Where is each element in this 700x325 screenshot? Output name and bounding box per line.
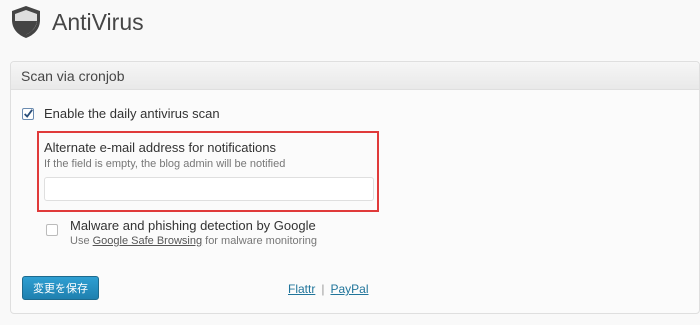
malware-option[interactable]: Malware and phishing detection by Google… xyxy=(46,218,317,247)
malware-description: Use Google Safe Browsing for malware mon… xyxy=(70,235,318,247)
checkmark-icon xyxy=(24,108,33,118)
panel-title: Scan via cronjob xyxy=(11,62,699,90)
flattr-link[interactable]: Flattr xyxy=(288,282,315,296)
paypal-link[interactable]: PayPal xyxy=(330,282,368,296)
enable-scan-checkbox[interactable] xyxy=(22,107,34,120)
app-title: AntiVirus xyxy=(52,8,144,35)
email-field[interactable] xyxy=(44,177,374,201)
malware-checkbox[interactable] xyxy=(46,224,58,236)
email-section-highlight: Alternate e-mail address for notificatio… xyxy=(37,131,379,212)
email-hint: If the field is empty, the blog admin wi… xyxy=(44,158,286,170)
google-safe-browsing-link[interactable]: Google Safe Browsing xyxy=(93,235,202,247)
shield-icon xyxy=(12,6,40,38)
link-separator: | xyxy=(321,282,325,296)
save-button[interactable]: 変更を保存 xyxy=(22,276,99,300)
enable-scan-option[interactable]: Enable the daily antivirus scan xyxy=(22,106,220,121)
app-header: AntiVirus xyxy=(10,4,144,40)
enable-scan-label: Enable the daily antivirus scan xyxy=(44,106,220,121)
cronjob-panel: Scan via cronjob Enable the daily antivi… xyxy=(10,61,700,314)
malware-label: Malware and phishing detection by Google xyxy=(70,218,316,233)
donation-links: Flattr | PayPal xyxy=(288,282,369,296)
email-label: Alternate e-mail address for notificatio… xyxy=(44,140,276,155)
